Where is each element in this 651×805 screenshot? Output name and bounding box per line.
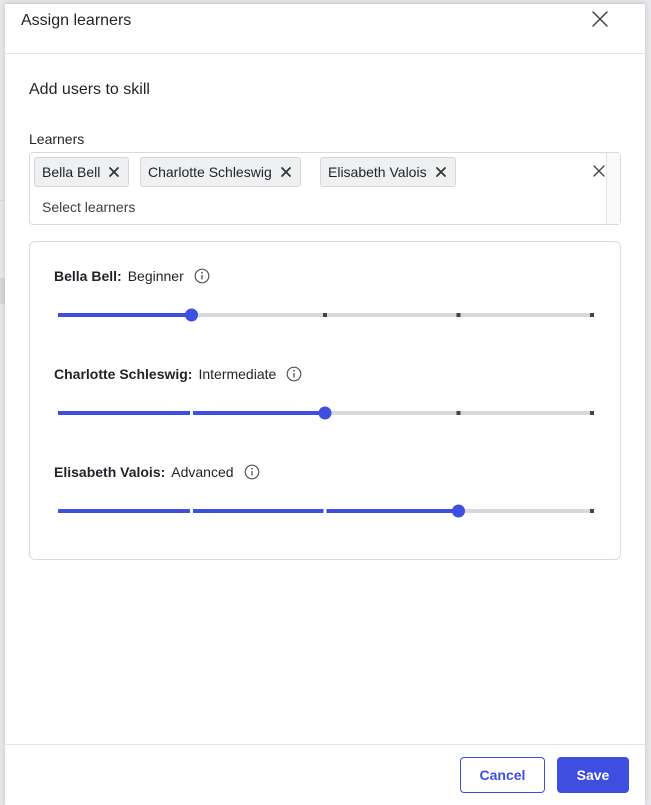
chip-label: Elisabeth Valois (328, 164, 427, 180)
learner-level: Intermediate (198, 366, 277, 382)
learner-chip: Elisabeth Valois (320, 157, 456, 187)
slider-step-tick (323, 313, 327, 317)
learner-chip: Bella Bell (34, 157, 130, 187)
assign-learners-dialog: Assign learners Add users to skill Learn… (5, 3, 645, 805)
learner-proficiency-row: Bella Bell: Beginner (30, 267, 620, 347)
dialog-footer: Cancel Save (5, 744, 645, 805)
learner-proficiency-row: Charlotte Schleswig: Intermediate (30, 365, 620, 445)
learners-search-input[interactable] (42, 197, 442, 217)
slider-handle[interactable] (318, 406, 332, 420)
proficiency-slider[interactable] (54, 501, 596, 521)
learner-name: Bella Bell: (54, 268, 122, 284)
learner-level: Beginner (127, 268, 184, 284)
learner-chip: Charlotte Schleswig (140, 157, 301, 187)
learner-proficiency-row: Elisabeth Valois: Advanced (30, 463, 620, 543)
chip-label: Bella Bell (42, 164, 101, 180)
info-icon[interactable] (194, 268, 210, 284)
multiselect-scrollbar[interactable] (606, 153, 620, 224)
learner-label: Elisabeth Valois: Advanced (54, 463, 260, 481)
slider-step-tick (456, 313, 461, 317)
proficiency-panel: Bella Bell: Beginner Charlotte Schleswig… (29, 241, 621, 560)
chip-remove-icon[interactable] (108, 166, 120, 178)
learner-label: Charlotte Schleswig: Intermediate (54, 365, 302, 383)
chip-remove-icon[interactable] (280, 166, 292, 178)
clear-all-icon[interactable] (592, 164, 606, 178)
info-icon[interactable] (244, 464, 260, 480)
close-button[interactable] (590, 9, 610, 29)
slider-handle[interactable] (185, 308, 198, 322)
slider-step-tick (456, 411, 461, 415)
slider-step-tick (590, 313, 594, 317)
proficiency-slider[interactable] (54, 305, 596, 325)
slider-handle[interactable] (452, 504, 465, 518)
slider-step-tick (590, 509, 594, 513)
section-heading: Add users to skill (29, 81, 150, 98)
chip-remove-icon[interactable] (435, 166, 447, 178)
learner-label: Bella Bell: Beginner (54, 267, 210, 285)
chip-label: Charlotte Schleswig (148, 164, 272, 180)
proficiency-slider[interactable] (54, 403, 596, 423)
dialog-title: Assign learners (21, 12, 132, 29)
close-icon (592, 11, 608, 27)
learners-label: Learners (29, 131, 85, 147)
cancel-button[interactable]: Cancel (460, 757, 545, 793)
learner-name: Charlotte Schleswig: (54, 366, 193, 382)
dialog-header: Assign learners (5, 4, 645, 54)
save-button[interactable]: Save (557, 757, 629, 793)
slider-step-tick (590, 411, 594, 415)
learners-multiselect[interactable]: Bella Bell Charlotte Schleswig Elisabeth… (29, 152, 621, 225)
info-icon[interactable] (286, 366, 302, 382)
learner-level: Advanced (171, 464, 234, 480)
learner-name: Elisabeth Valois: (54, 464, 166, 480)
